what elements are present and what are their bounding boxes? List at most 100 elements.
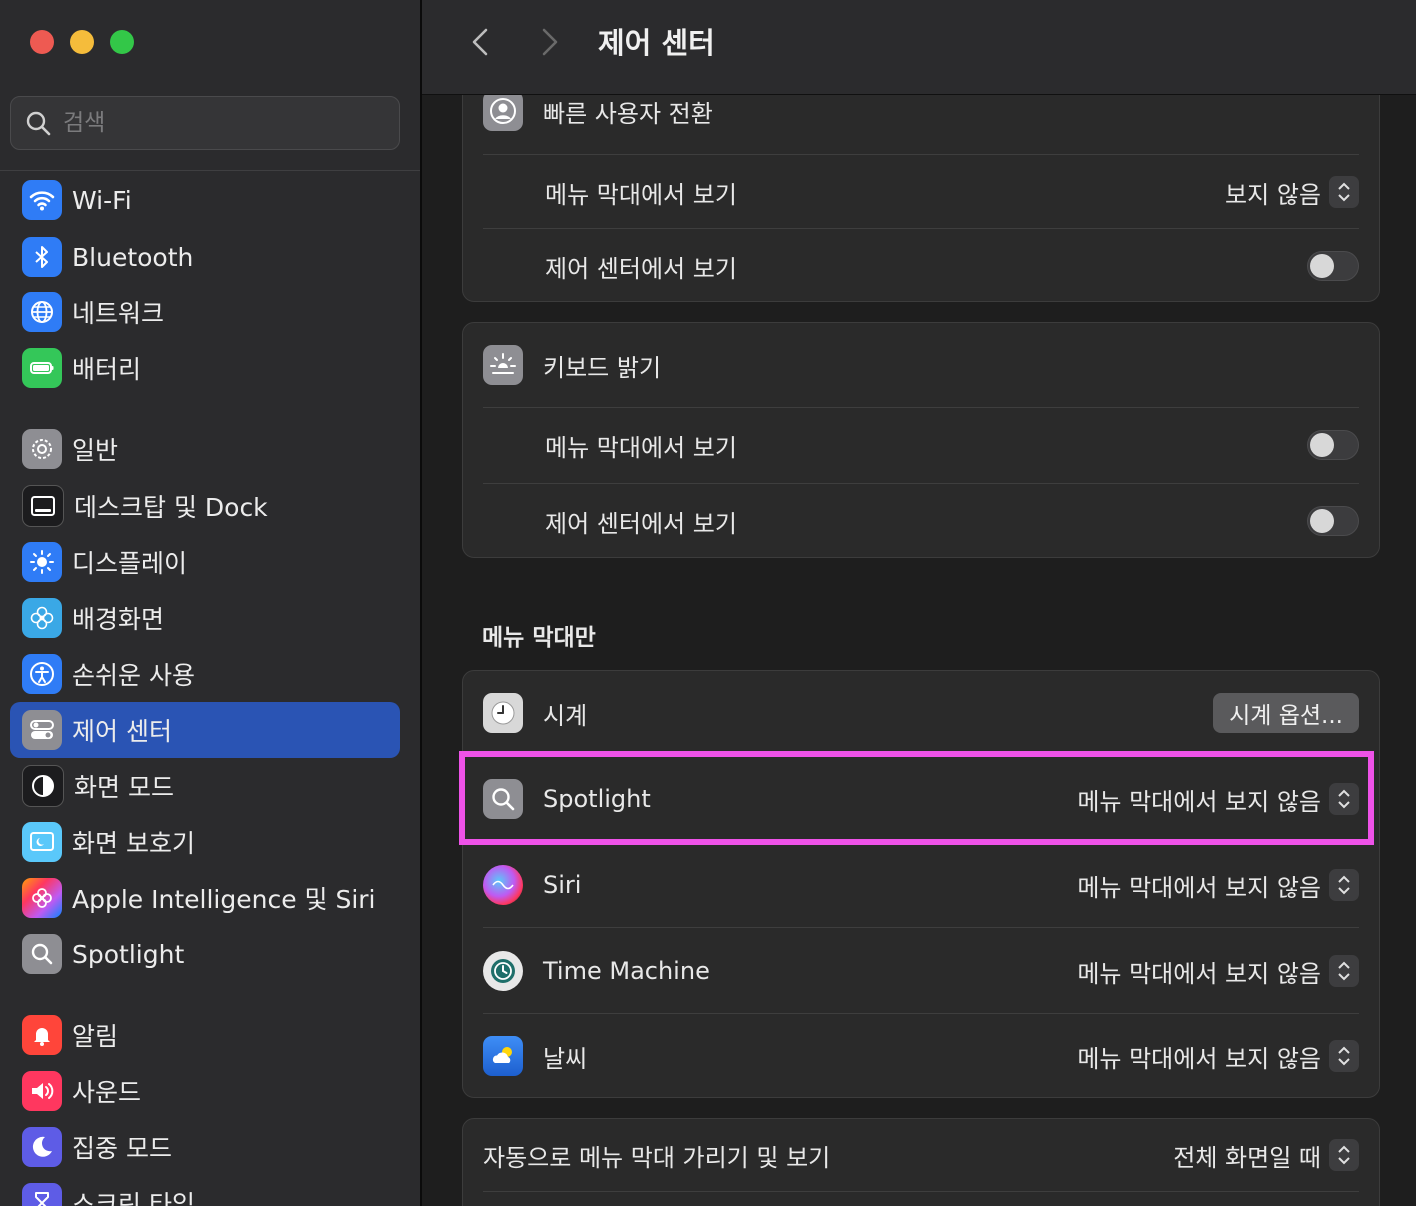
keyboard-brightness-cc-row: 제어 센터에서 보기 <box>463 484 1379 557</box>
screensaver-icon <box>22 822 62 862</box>
chevron-updown-icon <box>1329 869 1359 901</box>
sidebar-item-apple-intelligence-siri[interactable]: Apple Intelligence 및 Siri <box>10 870 400 926</box>
fast-user-switching-menubar-row: 메뉴 막대에서 보기 보지 않음 <box>463 155 1379 229</box>
bluetooth-icon <box>22 237 62 277</box>
sidebar-item-screen-saver[interactable]: 화면 보호기 <box>10 814 400 870</box>
sidebar-item-label: Wi-Fi <box>72 185 132 215</box>
sun-icon <box>22 542 62 582</box>
sidebar-item-label: Apple Intelligence 및 Siri <box>72 885 376 914</box>
window-controls <box>30 30 134 54</box>
popup-value: 전체 화면일 때 <box>1173 1143 1321 1172</box>
sidebar-item-label: 디스플레이 <box>72 549 188 578</box>
flower-icon <box>22 598 62 638</box>
globe-icon <box>22 292 62 332</box>
control-center-toggle[interactable] <box>1307 251 1359 281</box>
close-window-button[interactable] <box>30 30 54 54</box>
control-center-show-label: 제어 센터에서 보기 <box>545 509 737 538</box>
forward-arrow-icon[interactable] <box>534 24 566 60</box>
sidebar-item-label: 제어 센터 <box>72 717 172 746</box>
sidebar-item-accessibility[interactable]: 손쉬운 사용 <box>10 646 400 702</box>
sidebar-item-control-center[interactable]: 제어 센터 <box>10 702 400 758</box>
chevron-updown-icon <box>1329 176 1359 208</box>
zoom-window-button[interactable] <box>110 30 134 54</box>
dock-icon <box>22 485 64 527</box>
accessibility-icon <box>22 654 62 694</box>
chevron-updown-icon <box>1329 1139 1359 1171</box>
siri-popup[interactable]: 메뉴 막대에서 보지 않음 <box>1077 868 1359 903</box>
sidebar-item-wifi[interactable]: Wi-Fi <box>10 172 400 228</box>
keyboard-brightness-title: 키보드 밝기 <box>543 353 662 382</box>
siri-icon <box>483 865 523 905</box>
sidebar-item-bluetooth[interactable]: Bluetooth <box>10 229 400 285</box>
menu-bar-show-label: 메뉴 막대에서 보기 <box>545 180 737 209</box>
sidebar-item-battery[interactable]: 배터리 <box>10 340 400 396</box>
sidebar-item-label: 알림 <box>72 1022 119 1051</box>
sidebar-item-label: 배경화면 <box>72 605 165 634</box>
clock-label: 시계 <box>543 701 588 730</box>
time-machine-popup[interactable]: 메뉴 막대에서 보지 않음 <box>1077 954 1359 989</box>
page-title: 제어 센터 <box>598 26 715 60</box>
moon-icon <box>22 1127 62 1167</box>
time-machine-icon <box>483 951 523 991</box>
fast-user-switching-cc-row: 제어 센터에서 보기 <box>463 229 1379 301</box>
weather-popup[interactable]: 메뉴 막대에서 보지 않음 <box>1077 1039 1359 1074</box>
back-arrow-icon[interactable] <box>464 24 496 60</box>
fast-user-switching-title: 빠른 사용자 전환 <box>543 99 713 128</box>
sidebar-item-label: 스크린 타임 <box>72 1190 195 1206</box>
divider <box>483 1191 1359 1192</box>
sidebar-item-appearance[interactable]: 화면 모드 <box>10 758 400 814</box>
clock-row: 시계 시계 옵션... <box>463 671 1379 755</box>
sidebar-item-network[interactable]: 네트워크 <box>10 284 400 340</box>
chevron-updown-icon <box>1329 1040 1359 1072</box>
keyboard-brightness-icon <box>483 345 523 385</box>
sidebar-item-sound[interactable]: 사운드 <box>10 1063 400 1119</box>
toolbar: 제어 센터 <box>422 0 1416 95</box>
menu-bar-popup[interactable]: 보지 않음 <box>1225 175 1359 210</box>
speaker-icon <box>22 1071 62 1111</box>
sidebar-item-label: 화면 보호기 <box>72 829 195 858</box>
control-center-icon <box>22 710 62 750</box>
popup-value: 메뉴 막대에서 보지 않음 <box>1077 787 1321 816</box>
sidebar-item-desktop-dock[interactable]: 데스크탑 및 Dock <box>10 478 400 534</box>
keyboard-brightness-header: 키보드 밝기 <box>463 323 1379 407</box>
sidebar-item-general[interactable]: 일반 <box>10 421 400 477</box>
sidebar-item-label: 손쉬운 사용 <box>72 661 195 690</box>
sidebar-item-displays[interactable]: 디스플레이 <box>10 534 400 590</box>
autohide-row: 자동으로 메뉴 막대 가리기 및 보기 전체 화면일 때 <box>463 1119 1379 1191</box>
chevron-updown-icon <box>1329 955 1359 987</box>
clock-options-button[interactable]: 시계 옵션... <box>1213 693 1359 733</box>
sidebar-item-label: Spotlight <box>72 939 185 969</box>
popup-value: 메뉴 막대에서 보지 않음 <box>1077 873 1321 902</box>
user-icon <box>483 91 523 131</box>
spotlight-icon <box>22 934 62 974</box>
sidebar-item-focus[interactable]: 집중 모드 <box>10 1119 400 1175</box>
control-center-toggle[interactable] <box>1307 506 1359 536</box>
popup-value: 보지 않음 <box>1225 180 1321 209</box>
bell-icon <box>22 1015 62 1055</box>
sidebar-item-label: 화면 모드 <box>74 773 174 802</box>
appearance-icon <box>22 765 64 807</box>
sidebar-item-label: 일반 <box>72 436 119 465</box>
keyboard-brightness-card: 키보드 밝기 메뉴 막대에서 보기 제어 센터에서 보기 <box>462 322 1380 558</box>
spotlight-row: Spotlight 메뉴 막대에서 보지 않음 <box>463 756 1379 842</box>
time-machine-row: Time Machine 메뉴 막대에서 보지 않음 <box>463 928 1379 1014</box>
minimize-window-button[interactable] <box>70 30 94 54</box>
clock-icon <box>483 693 523 733</box>
sidebar-item-notifications[interactable]: 알림 <box>10 1007 400 1063</box>
sidebar-item-screen-time[interactable]: 스크린 타임 <box>10 1175 400 1206</box>
keyboard-brightness-menubar-row: 메뉴 막대에서 보기 <box>463 408 1379 482</box>
autohide-popup[interactable]: 전체 화면일 때 <box>1173 1138 1359 1173</box>
weather-label: 날씨 <box>543 1044 588 1073</box>
search-field[interactable] <box>10 96 400 150</box>
menu-bar-only-card: 시계 시계 옵션... Spotlight 메뉴 막대에서 보지 않음 Siri <box>462 670 1380 1098</box>
control-center-show-label: 제어 센터에서 보기 <box>545 254 737 283</box>
sidebar-item-spotlight[interactable]: Spotlight <box>10 926 400 982</box>
sidebar-item-wallpaper[interactable]: 배경화면 <box>10 590 400 646</box>
battery-icon <box>22 348 62 388</box>
sidebar-item-label: 네트워크 <box>72 299 165 328</box>
popup-value: 메뉴 막대에서 보지 않음 <box>1077 1044 1321 1073</box>
menu-bar-toggle[interactable] <box>1307 430 1359 460</box>
menu-bar-only-section-title: 메뉴 막대만 <box>482 625 596 651</box>
search-input[interactable] <box>61 109 365 137</box>
spotlight-popup[interactable]: 메뉴 막대에서 보지 않음 <box>1077 782 1359 817</box>
